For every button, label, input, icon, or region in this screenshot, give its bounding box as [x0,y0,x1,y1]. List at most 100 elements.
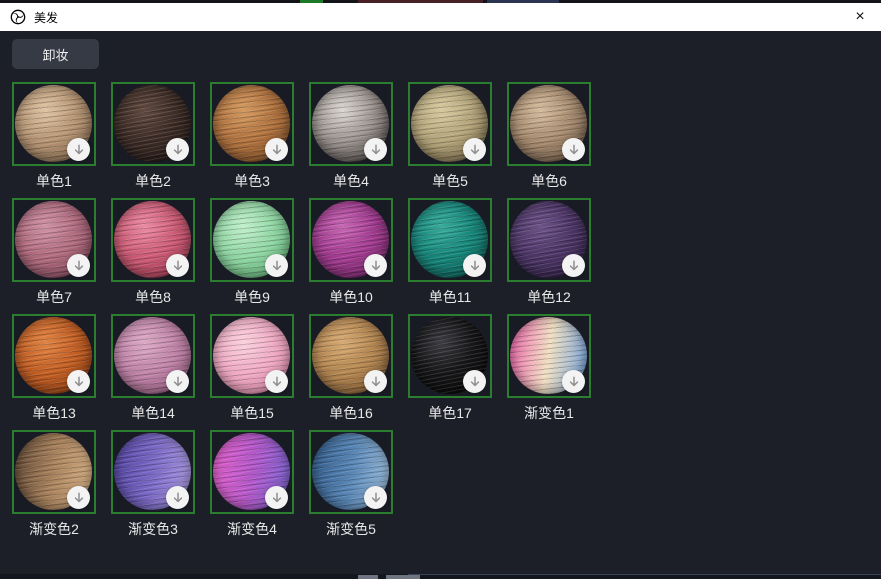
hair-color-swatch[interactable] [12,314,96,398]
swatch-label: 渐变色4 [210,521,294,538]
remove-makeup-button[interactable]: 卸妆 [12,39,99,69]
download-button[interactable] [166,370,189,393]
swatch-cell: 渐变色1 [507,314,591,422]
swatch-cell: 渐变色4 [210,430,294,538]
hair-color-swatch[interactable] [507,314,591,398]
swatch-cell: 单色15 [210,314,294,422]
download-button[interactable] [166,254,189,277]
download-arrow-icon [469,144,481,156]
download-button[interactable] [265,138,288,161]
hair-color-swatch[interactable] [408,82,492,166]
download-arrow-icon [172,144,184,156]
download-button[interactable] [67,370,90,393]
swatch-cell: 单色12 [507,198,591,306]
swatch-cell: 渐变色5 [309,430,393,538]
download-arrow-icon [370,492,382,504]
download-arrow-icon [172,260,184,272]
swatch-cell: 单色3 [210,82,294,190]
download-arrow-icon [172,492,184,504]
obs-logo-icon [10,9,26,25]
hair-color-swatch[interactable] [111,314,195,398]
hair-color-swatch[interactable] [210,82,294,166]
hair-color-swatch[interactable] [12,430,96,514]
download-button[interactable] [166,486,189,509]
download-button[interactable] [562,370,585,393]
download-arrow-icon [73,260,85,272]
hair-color-swatch[interactable] [210,314,294,398]
download-arrow-icon [469,376,481,388]
backdrop-fragment [386,575,420,579]
swatch-cell: 单色6 [507,82,591,190]
swatch-label: 单色2 [111,173,195,190]
swatch-label: 单色9 [210,289,294,306]
hair-color-swatch[interactable] [111,198,195,282]
swatch-cell: 单色13 [12,314,96,422]
download-button[interactable] [166,138,189,161]
swatch-label: 单色17 [408,405,492,422]
swatch-label: 单色5 [408,173,492,190]
download-button[interactable] [364,370,387,393]
download-button[interactable] [463,254,486,277]
hair-color-swatch[interactable] [408,314,492,398]
hair-color-swatch[interactable] [111,82,195,166]
download-arrow-icon [73,492,85,504]
dialog-content: 卸妆 单色1 单色2 [0,31,881,574]
swatch-cell: 渐变色3 [111,430,195,538]
download-button[interactable] [67,138,90,161]
swatch-label: 单色12 [507,289,591,306]
swatch-cell: 渐变色2 [12,430,96,538]
hair-color-swatch[interactable] [507,82,591,166]
swatch-label: 单色15 [210,405,294,422]
hair-style-dialog: 美发 × 卸妆 单色1 单色2 [0,0,881,579]
close-icon[interactable]: × [849,6,871,28]
swatch-label: 单色4 [309,173,393,190]
download-arrow-icon [172,376,184,388]
download-arrow-icon [370,260,382,272]
swatch-label: 渐变色2 [12,521,96,538]
swatch-label: 单色11 [408,289,492,306]
swatch-cell: 单色4 [309,82,393,190]
download-button[interactable] [562,138,585,161]
download-button[interactable] [364,138,387,161]
swatch-label: 单色8 [111,289,195,306]
swatch-cell: 单色17 [408,314,492,422]
download-arrow-icon [568,376,580,388]
hair-color-swatch[interactable] [408,198,492,282]
swatch-grid: 单色1 单色2 单色3 [12,82,632,546]
download-button[interactable] [364,254,387,277]
background-app-sliver-bottom [0,574,881,579]
swatch-cell: 单色9 [210,198,294,306]
download-button[interactable] [265,254,288,277]
download-button[interactable] [562,254,585,277]
download-arrow-icon [73,376,85,388]
download-arrow-icon [271,492,283,504]
hair-color-swatch[interactable] [12,82,96,166]
hair-color-swatch[interactable] [210,198,294,282]
swatch-label: 单色7 [12,289,96,306]
hair-color-swatch[interactable] [507,198,591,282]
swatch-label: 单色16 [309,405,393,422]
dialog-titlebar: 美发 × [0,3,881,31]
hair-color-swatch[interactable] [309,430,393,514]
download-button[interactable] [463,370,486,393]
hair-color-swatch[interactable] [210,430,294,514]
download-button[interactable] [265,370,288,393]
swatch-cell: 单色2 [111,82,195,190]
download-arrow-icon [271,144,283,156]
download-button[interactable] [364,486,387,509]
download-button[interactable] [67,254,90,277]
swatch-label: 单色13 [12,405,96,422]
download-button[interactable] [265,486,288,509]
hair-color-swatch[interactable] [309,314,393,398]
swatch-label: 渐变色3 [111,521,195,538]
download-button[interactable] [463,138,486,161]
hair-color-swatch[interactable] [309,82,393,166]
backdrop-fragment [358,575,378,579]
download-button[interactable] [67,486,90,509]
swatch-label: 渐变色5 [309,521,393,538]
hair-color-swatch[interactable] [111,430,195,514]
download-arrow-icon [568,260,580,272]
hair-color-swatch[interactable] [309,198,393,282]
hair-color-swatch[interactable] [12,198,96,282]
download-arrow-icon [469,260,481,272]
